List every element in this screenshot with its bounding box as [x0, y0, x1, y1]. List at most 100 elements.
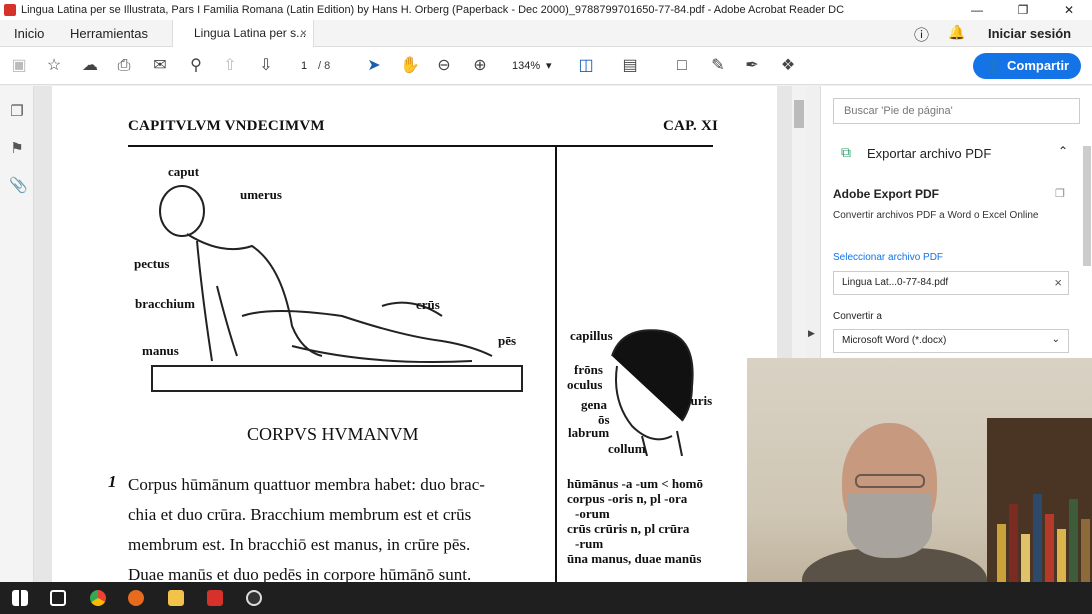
page-total: / 8	[318, 60, 331, 72]
label-capillus: capillus	[570, 328, 613, 343]
column-rule	[555, 146, 557, 582]
page-thumbnails-icon[interactable]: ❐	[9, 104, 25, 120]
clear-file-icon[interactable]: ×	[1054, 275, 1062, 290]
firefox-icon[interactable]	[128, 590, 144, 606]
zoom-in-icon[interactable]: ⊕	[470, 56, 490, 76]
pane-scrollbar-thumb[interactable]	[1083, 146, 1091, 266]
label-oculus: oculus	[567, 377, 603, 392]
tab-tools[interactable]: Herramientas	[70, 26, 148, 41]
window-title: Lingua Latina per se Illustrata, Pars I …	[21, 4, 845, 16]
export-pdf-icon: ⧉	[841, 144, 851, 160]
adobe-export-description: Convertir archivos PDF a Word o Excel On…	[833, 210, 1039, 221]
print-icon[interactable]: ⎙	[114, 56, 134, 76]
select-arrow-icon[interactable]: ➤	[364, 56, 384, 76]
label-labrum: labrum	[568, 425, 610, 440]
label-umerus: umerus	[240, 187, 282, 202]
pdf-page: CAPITVLVM VNDECIMVM CAP. XI caput umerus…	[52, 86, 777, 584]
add-user-icon: 👤	[985, 58, 1003, 74]
margin-note: corpus -oris n, pl -ora	[567, 491, 688, 506]
adobe-export-title: Adobe Export PDF	[833, 187, 940, 201]
zoom-dropdown[interactable]: 134% ▾	[504, 56, 560, 76]
sign-icon[interactable]: ✒	[742, 56, 762, 76]
obs-icon[interactable]	[246, 590, 262, 606]
text-line: Corpus hūmānum quattuor membra habet: du…	[128, 475, 485, 494]
chevron-up-icon[interactable]: ⌃	[1058, 144, 1068, 158]
pane-scrollbar[interactable]	[1082, 138, 1092, 318]
tab-close-icon[interactable]: ×	[300, 26, 307, 40]
collapse-right-icon[interactable]: ▶	[808, 328, 815, 339]
margin-note: crūs crūris n, pl crūra	[567, 521, 690, 536]
margin-note: -rum	[575, 536, 604, 551]
margin-note: ūna manus, duae manūs	[567, 551, 702, 566]
acrobat-taskbar-icon[interactable]	[207, 590, 223, 606]
scrollbar-thumb[interactable]	[794, 100, 804, 128]
label-manus: manus	[142, 343, 179, 358]
convert-format-select[interactable]: Microsoft Word (*.docx) ⌄	[833, 329, 1069, 353]
attachment-icon[interactable]: 📎	[9, 178, 28, 194]
bookmark-star-icon[interactable]: ☆	[44, 56, 64, 76]
tab-home[interactable]: Inicio	[14, 26, 44, 41]
select-file-link[interactable]: Seleccionar archivo PDF	[833, 252, 943, 263]
acrobat-app-icon	[4, 4, 16, 16]
copy-icon[interactable]: ❐	[1055, 187, 1065, 200]
label-gena: gena	[581, 397, 607, 412]
label-pectus: pectus	[134, 256, 170, 271]
help-icon[interactable]: ⓘ	[914, 24, 929, 45]
find-magnifier-icon[interactable]: ⚲	[186, 56, 206, 76]
notification-bell-icon[interactable]: 🔔	[948, 24, 965, 41]
label-frons: frōns	[574, 362, 603, 377]
bookmark-icon[interactable]: ⚑	[9, 141, 25, 157]
fit-page-icon[interactable]: ◫	[576, 56, 596, 76]
close-button[interactable]: ✕	[1046, 3, 1092, 17]
body-text: Corpus hūmānum quattuor membra habet: du…	[128, 470, 546, 590]
file-explorer-icon[interactable]	[168, 590, 184, 606]
highlight-pen-icon[interactable]: ✎	[708, 56, 728, 76]
share-button[interactable]: 👤 Compartir	[973, 53, 1081, 79]
zoom-value: 134%	[512, 60, 541, 72]
prev-page-icon[interactable]: ⇧	[220, 56, 240, 76]
presenter-beard	[847, 493, 932, 558]
margin-note: -orum	[575, 506, 610, 521]
text-line: membrum est. In bracchiō est manus, in c…	[128, 535, 471, 554]
upload-cloud-icon[interactable]: ☁	[80, 56, 100, 76]
selected-file-name: Lingua Lat...0-77-84.pdf	[842, 277, 949, 288]
label-auris: auris	[684, 393, 713, 408]
share-button-label: Compartir	[1007, 58, 1070, 73]
label-collum: collum	[608, 441, 646, 456]
label-bracchium: bracchium	[135, 296, 195, 311]
search-input[interactable]: Buscar 'Pie de página'	[833, 98, 1080, 124]
chrome-icon[interactable]	[90, 590, 106, 606]
convert-format-value: Microsoft Word (*.docx)	[842, 335, 947, 346]
tab-document-label: Lingua Latina per s...	[194, 26, 307, 40]
chevron-down-icon: ▾	[546, 60, 552, 72]
header-rule	[128, 145, 713, 147]
signin-link[interactable]: Iniciar sesión	[988, 26, 1071, 41]
maximize-button[interactable]: ❐	[1000, 3, 1046, 17]
task-view-icon[interactable]	[50, 590, 66, 606]
webcam-overlay	[747, 358, 1092, 614]
comment-icon[interactable]: □	[672, 56, 692, 76]
line-number: 1	[108, 472, 117, 491]
document-viewport[interactable]: CAPITVLVM VNDECIMVM CAP. XI caput umerus…	[34, 86, 806, 584]
save-icon[interactable]: ▣	[9, 56, 29, 76]
head-illustration	[611, 329, 694, 456]
zoom-out-icon[interactable]: ⊖	[434, 56, 454, 76]
chapter-number: CAP. XI	[663, 118, 719, 134]
tab-document[interactable]: Lingua Latina per s... ×	[172, 20, 314, 47]
next-page-icon[interactable]: ⇩	[256, 56, 276, 76]
margin-notes: hūmānus -a -um < homō corpus -oris n, pl…	[567, 476, 703, 566]
main-toolbar: ▣ ☆ ☁ ⎙ ✉ ⚲ ⇧ ⇩ 1 / 8 ➤ ✋ ⊖ ⊕ 134% ▾ ◫ ▤…	[0, 47, 1092, 85]
scroll-mode-icon[interactable]: ▤	[620, 56, 640, 76]
email-icon[interactable]: ✉	[150, 56, 170, 76]
export-pdf-title: Exportar archivo PDF	[867, 146, 992, 161]
windows-start-icon[interactable]	[12, 590, 28, 606]
page-number-input[interactable]: 1	[290, 56, 318, 76]
tab-bar: Inicio Herramientas Lingua Latina per s.…	[0, 20, 1092, 47]
chapter-header: CAPITVLVM VNDECIMVM	[128, 118, 325, 134]
minimize-button[interactable]: —	[954, 3, 1000, 17]
hand-tool-icon[interactable]: ✋	[400, 56, 420, 76]
more-tools-icon[interactable]: ❖	[778, 56, 798, 76]
label-pes: pēs	[498, 333, 517, 348]
selected-file-field[interactable]: Lingua Lat...0-77-84.pdf ×	[833, 271, 1069, 295]
figure-caption: CORPVS HVMANVM	[247, 424, 419, 444]
